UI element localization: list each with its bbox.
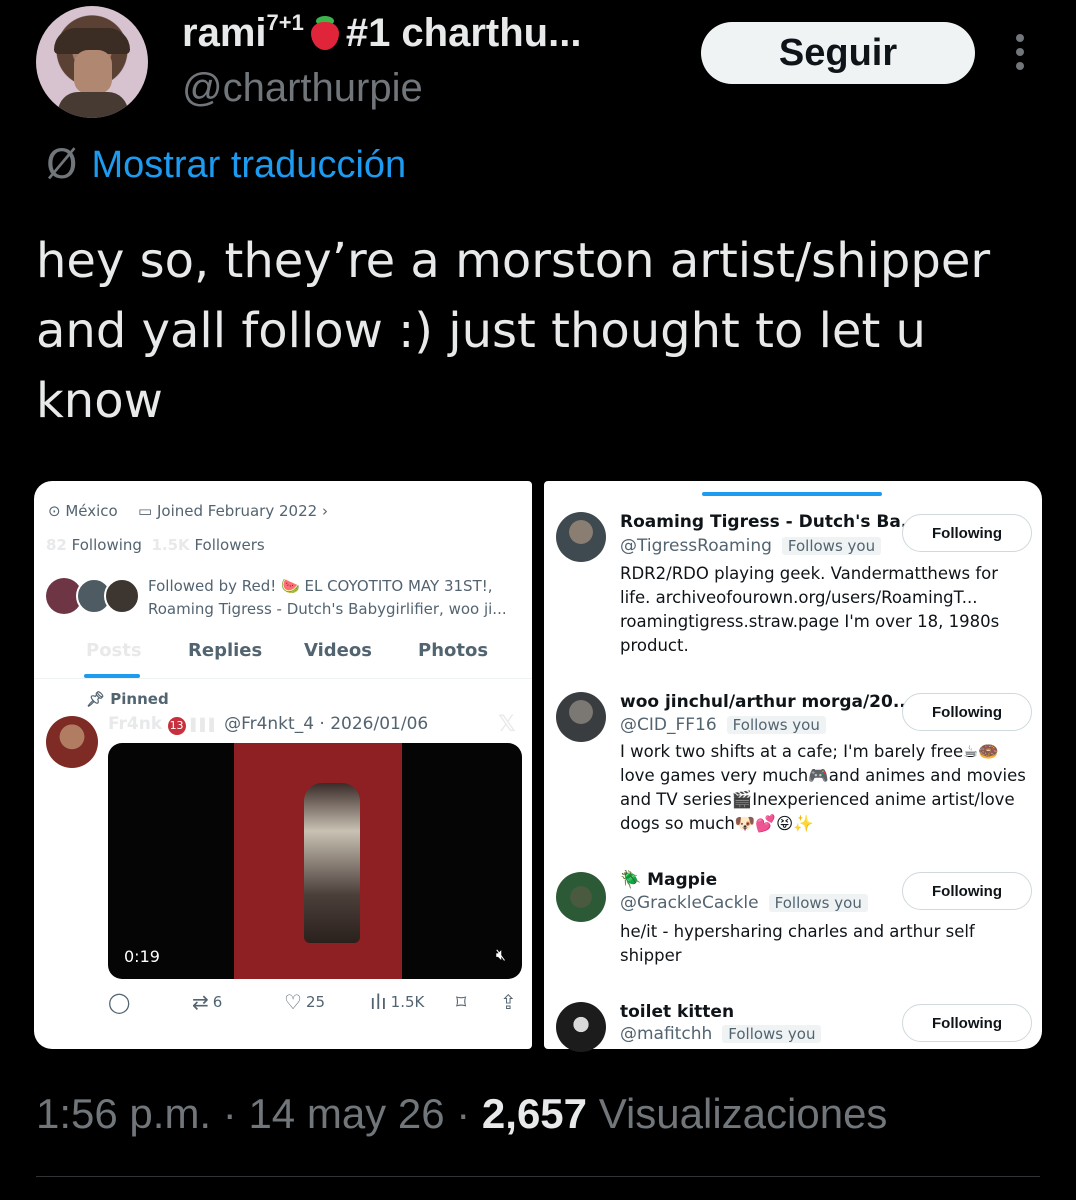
bookmark-action[interactable]: ⌑ [456, 990, 466, 1014]
tab-videos[interactable]: Videos [304, 640, 372, 661]
author-avatar[interactable] [36, 6, 148, 118]
author-name-text: rami [182, 11, 267, 55]
strawberry-icon [308, 14, 342, 50]
account-handle: @mafitchh Follows you [620, 1024, 822, 1044]
calendar-icon: ▭ [138, 502, 153, 520]
show-translation-label: Mostrar traducción [91, 143, 407, 186]
account-bio: he/it - hypersharing charles and arthur … [620, 922, 975, 965]
age-badge: 13 [167, 717, 186, 735]
tab-replies[interactable]: Replies [188, 640, 262, 661]
location-icon: ⊙ [48, 502, 61, 520]
views-label: Visualizaciones [598, 1090, 888, 1137]
meta-separator: · [222, 1090, 237, 1137]
account-name[interactable]: 🪲 Magpie [620, 870, 717, 890]
mexico-flag-icon: ▌▌▌ [190, 718, 219, 732]
repost-action[interactable]: ⇄ 6 [192, 990, 222, 1014]
tweet-meta: 1:56 p.m. · 14 may 26 · 2,657 Visualizac… [36, 1090, 887, 1138]
follower-avatar-3 [104, 578, 140, 614]
author-name-superscript: 7+1 [266, 10, 304, 35]
post-author-avatar[interactable] [46, 716, 98, 768]
share-action[interactable]: ⇪ [500, 990, 517, 1014]
share-icon: ⇪ [500, 990, 517, 1014]
profile-joined-text: Joined February 2022 [156, 502, 318, 520]
x-logo-icon: 𝕏 [498, 712, 516, 737]
follows-you-badge: Follows you [768, 894, 868, 912]
account-avatar[interactable] [556, 692, 606, 742]
post-author-line: Fr4nk 13 ▌▌▌ @Fr4nkt_4 · 2026/01/06 [108, 714, 428, 735]
account-handle: @CID_FF16 Follows you [620, 715, 826, 735]
post-handle-date: @Fr4nkt_4 · 2026/01/06 [224, 714, 429, 734]
author-name-suffix: #1 charthu... [345, 11, 582, 55]
followed-by-line-1: Followed by Red! 🍉 EL COYOTITO MAY 31ST!… [148, 577, 493, 595]
account-handle-text: @GrackleCackle [620, 893, 759, 913]
repost-count: 6 [212, 993, 223, 1011]
video-duration: 0:19 [124, 947, 160, 966]
views-action[interactable]: ılı 1.5K [370, 990, 424, 1014]
active-tab-indicator-right [702, 492, 882, 496]
mute-icon[interactable]: 🔇︎ [496, 945, 506, 965]
following-button[interactable]: Following [902, 693, 1032, 731]
views-count-total: 2,657 [481, 1090, 588, 1137]
followed-by-text: Followed by Red! 🍉 EL COYOTITO MAY 31ST!… [148, 575, 507, 621]
account-handle-text: @TigressRoaming [620, 536, 772, 556]
account-handle: @GrackleCackle Follows you [620, 893, 868, 913]
show-translation-link[interactable]: Ø Mostrar traducción [46, 142, 406, 188]
translate-icon: Ø [46, 142, 78, 188]
tab-photos[interactable]: Photos [418, 640, 488, 661]
chevron-right-icon: › [321, 502, 328, 520]
pinned-label-text: Pinned [110, 690, 169, 708]
views-icon: ılı [370, 990, 387, 1014]
author-handle[interactable]: @charthurpie [182, 66, 423, 111]
following-count: 82 [46, 536, 67, 554]
footer-divider [36, 1176, 1040, 1177]
tweet-time[interactable]: 1:56 p.m. [36, 1090, 211, 1137]
post-author-name[interactable]: Fr4nk [108, 714, 162, 734]
account-bio: I work two shifts at a cafe; I'm barely … [620, 742, 1026, 833]
following-label: Following [71, 536, 142, 554]
profile-location: ⊙ México [48, 502, 118, 520]
account-name[interactable]: Roaming Tigress - Dutch's Ba... [620, 512, 920, 532]
follows-you-badge: Follows you [726, 716, 826, 734]
account-name[interactable]: woo jinchul/arthur morga/20... [620, 692, 912, 712]
bookmark-icon: ⌑ [456, 990, 467, 1014]
account-handle-text: @CID_FF16 [620, 715, 717, 735]
profile-location-text: México [65, 502, 118, 520]
tab-posts[interactable]: Posts [86, 640, 142, 661]
tweet-text: hey so, they’re a morston artist/shipper… [36, 233, 991, 429]
followed-by-line-2: Roaming Tigress - Dutch's Babygirlifier,… [148, 600, 507, 618]
account-name[interactable]: toilet kitten [620, 1002, 734, 1022]
views-count: 1.5K [390, 993, 425, 1011]
follow-button[interactable]: Seguir [701, 22, 975, 84]
profile-follow-counts: 82 Following 1.5K Followers [46, 536, 265, 554]
follows-you-badge: Follows you [722, 1025, 822, 1043]
like-action[interactable]: ♡ 25 [284, 990, 325, 1014]
followers-label: Followers [194, 536, 265, 554]
account-bio: RDR2/RDO playing geek. Vandermatthews fo… [620, 564, 1000, 655]
account-handle: @TigressRoaming Follows you [620, 536, 882, 556]
account-avatar[interactable] [556, 1002, 606, 1052]
following-button[interactable]: Following [902, 1004, 1032, 1042]
pin-icon: 📌︎ [86, 690, 106, 708]
repost-icon: ⇄ [192, 990, 209, 1014]
tabs-divider [34, 678, 532, 679]
reply-action[interactable]: ◯ [108, 990, 130, 1014]
like-count: 25 [305, 993, 326, 1011]
account-handle-text: @mafitchh [620, 1024, 713, 1044]
following-button[interactable]: Following [902, 872, 1032, 910]
follows-you-badge: Follows you [781, 537, 882, 555]
account-avatar[interactable] [556, 872, 606, 922]
following-button[interactable]: Following [902, 514, 1032, 552]
followers-count: 1.5K [151, 536, 190, 554]
meta-separator: · [456, 1090, 471, 1137]
pinned-label: 📌︎ Pinned [86, 690, 169, 708]
tweet-date[interactable]: 14 may 26 [248, 1090, 444, 1137]
author-name[interactable]: rami7+1 #1 charthu... [182, 10, 581, 56]
more-options-icon[interactable] [1010, 34, 1030, 74]
heart-icon: ♡ [284, 990, 302, 1014]
post-video[interactable]: 0:19 🔇︎ [108, 743, 522, 979]
reply-icon: ◯ [108, 990, 131, 1014]
account-avatar[interactable] [556, 512, 606, 562]
profile-joined: ▭ Joined February 2022 › [138, 502, 328, 520]
